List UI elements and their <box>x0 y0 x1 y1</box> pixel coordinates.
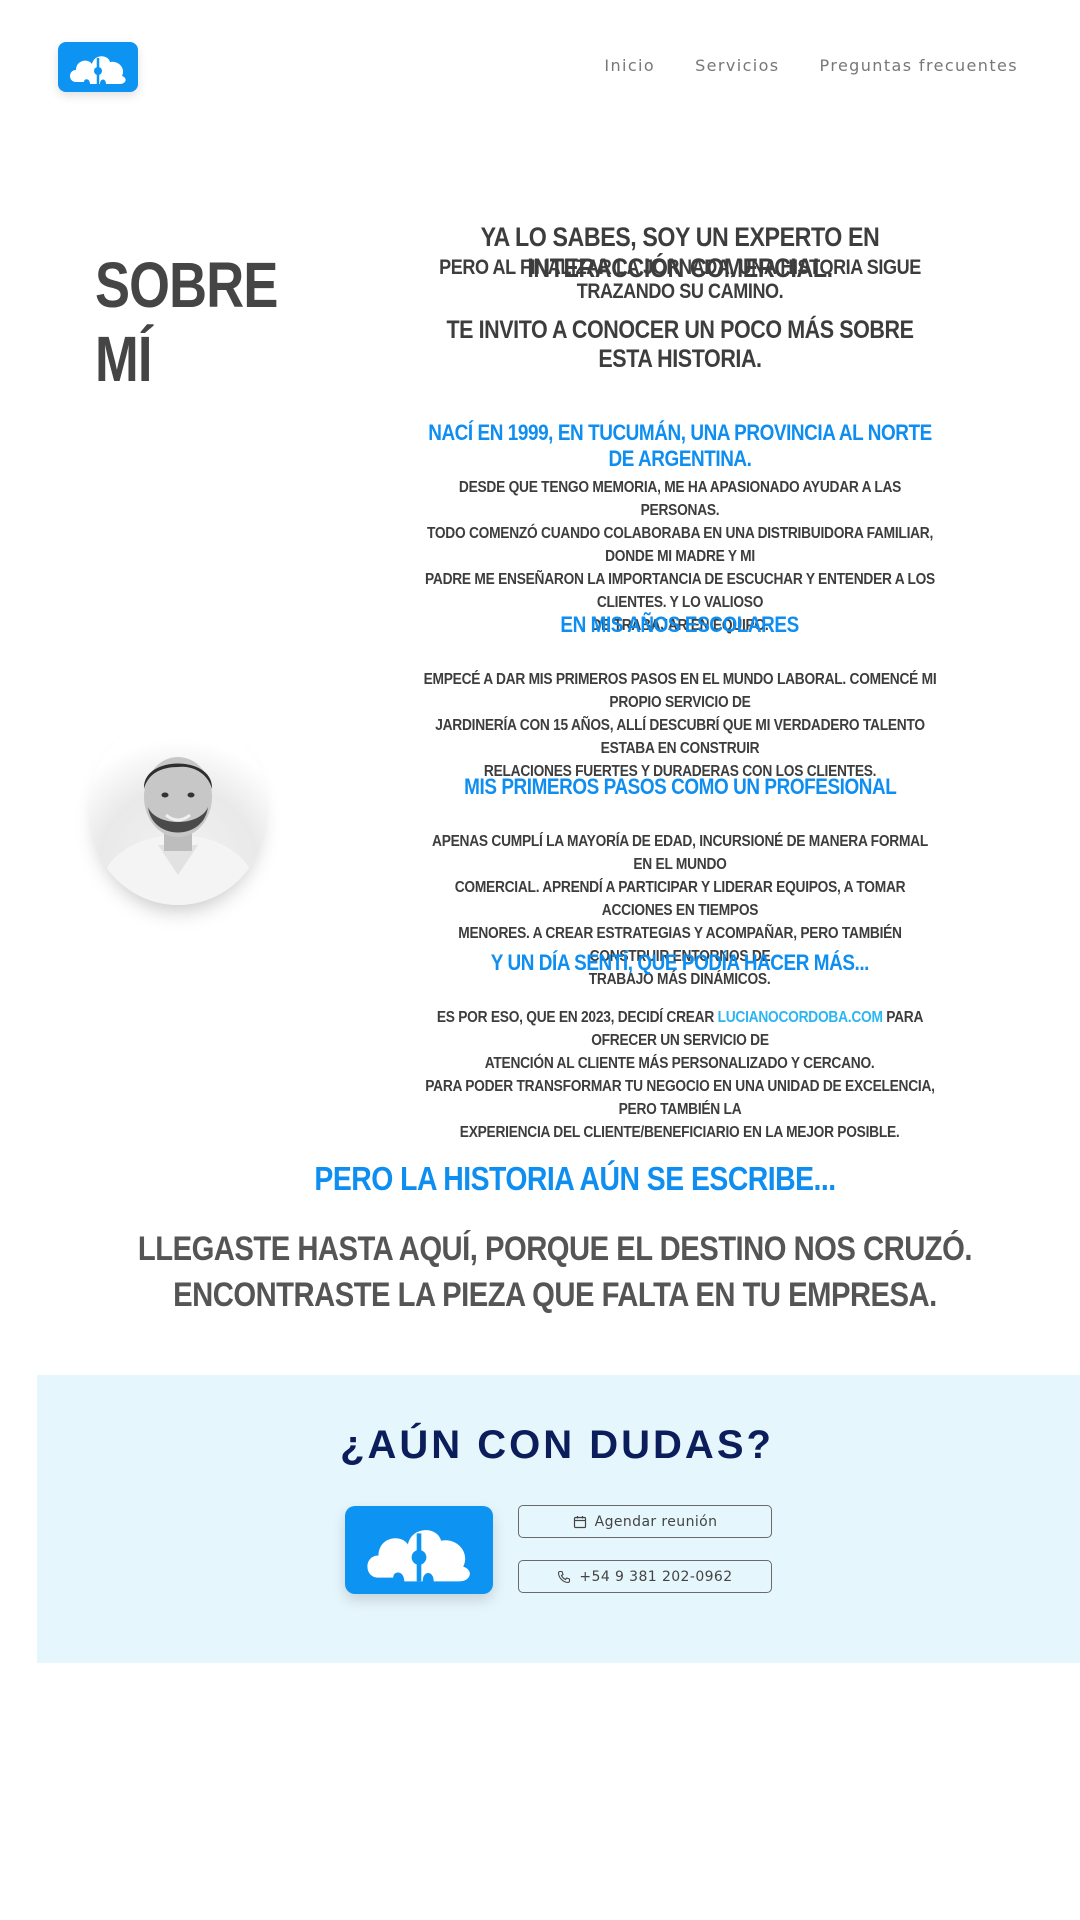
phone-button[interactable]: +54 9 381 202-0962 <box>518 1560 772 1593</box>
website-link[interactable]: LUCIANOCORDOBA.COM <box>718 1009 883 1026</box>
schedule-meeting-label: Agendar reunión <box>594 1513 718 1530</box>
phone-icon <box>558 1570 571 1583</box>
nav-item-faq[interactable]: Preguntas frecuentes <box>820 56 1018 75</box>
section-heading-more: Y UN DÍA SENTÍ, QUE PODÍA HACER MÁS... <box>490 950 870 975</box>
cta-logo <box>345 1506 493 1594</box>
site-header: Inicio Servicios Preguntas frecuentes <box>0 0 1080 130</box>
cloud-puzzle-icon <box>367 1530 470 1582</box>
profile-photo <box>88 715 268 905</box>
cloud-puzzle-icon <box>70 56 126 84</box>
main-nav: Inicio Servicios Preguntas frecuentes <box>604 56 1018 75</box>
nav-item-inicio[interactable]: Inicio <box>604 56 655 75</box>
section-body-school: EMPECÉ A DAR MIS PRIMEROS PASOS EN EL MU… <box>423 671 937 780</box>
brand-logo[interactable] <box>58 42 138 92</box>
story-text: LLEGASTE HASTA AQUÍ, PORQUE EL DESTINO N… <box>137 1230 973 1314</box>
cta-section: ¿AÚN CON DUDAS? Agendar reunión +54 9 38… <box>37 1375 1080 1663</box>
section-heading-birth: NACÍ EN 1999, EN TUCUMÁN, UNA PROVINCIA … <box>428 420 932 471</box>
intro-line-2: PERO AL FINALIZAR LA JORNADA, UNA HISTOR… <box>439 256 921 303</box>
section-heading-school: EN MIS AÑOS ESCOLARES <box>560 612 800 637</box>
section-body-more: ES POR ESO, QUE EN 2023, DECIDÍ CREAR LU… <box>425 1009 935 1141</box>
story-heading: PERO LA HISTORIA AÚN SE ESCRIBE... <box>314 1160 836 1197</box>
phone-label: +54 9 381 202-0962 <box>579 1568 733 1585</box>
nav-item-servicios[interactable]: Servicios <box>695 56 779 75</box>
cta-title: ¿AÚN CON DUDAS? <box>340 1423 774 1467</box>
page-title: SOBRE MÍ <box>95 249 278 395</box>
intro-line-3: TE INVITO A CONOCER UN POCO MÁS SOBRE ES… <box>446 316 914 373</box>
calendar-icon <box>573 1515 586 1528</box>
section-heading-professional: MIS PRIMEROS PASOS COMO UN PROFESIONAL <box>463 774 897 799</box>
schedule-meeting-button[interactable]: Agendar reunión <box>518 1505 772 1538</box>
